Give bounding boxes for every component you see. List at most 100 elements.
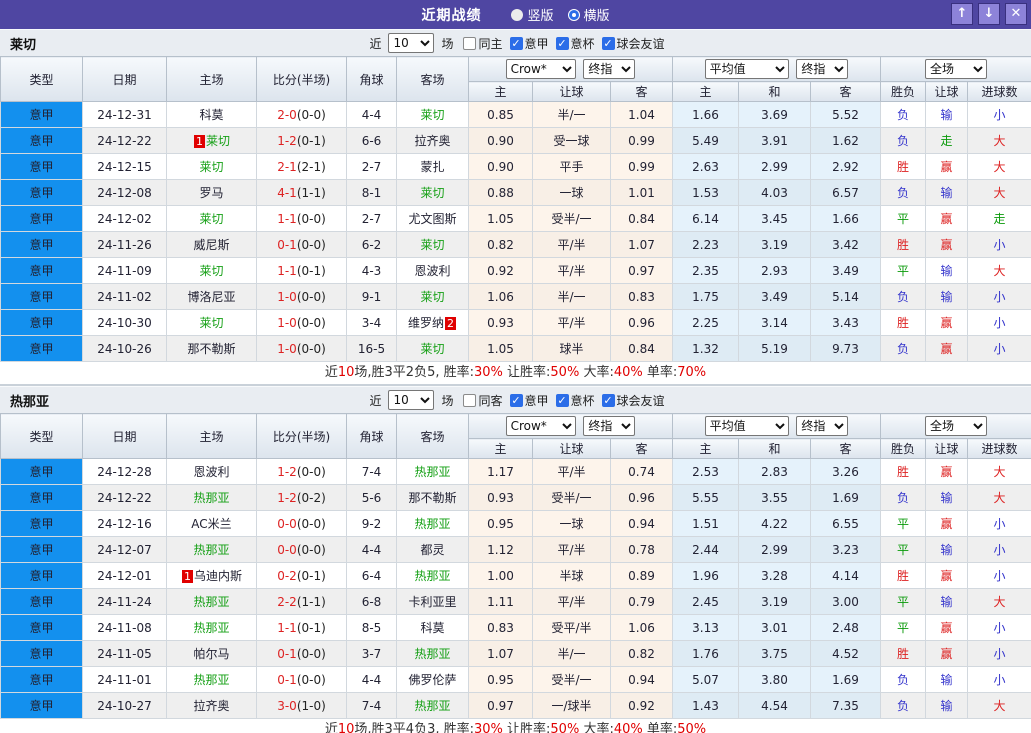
avg-away: 5.14 — [810, 283, 882, 310]
odds-home: 0.93 — [468, 309, 533, 336]
league-cell: 意甲 — [0, 510, 83, 537]
odds-handicap: 平手 — [532, 153, 611, 180]
section-header: 莱切 近 10 场 同主 ✓ 意甲 ✓ 意杯 ✓ 球会友谊 — [0, 29, 1031, 56]
summary-segment: 50% — [550, 365, 580, 380]
layout-radio[interactable]: 竖版 — [511, 5, 554, 24]
match-count-select[interactable]: 10 — [388, 33, 435, 53]
odds-away: 0.82 — [609, 640, 674, 667]
avg-home: 1.75 — [672, 283, 740, 310]
table-body: 意甲 24-12-31 科莫 2-0(0-0) 4-4 莱切 0.85 半/一 … — [0, 101, 1031, 362]
score-full: 1-2 — [277, 464, 297, 479]
team-label: 莱切 — [420, 342, 445, 356]
score-half: (0-0) — [296, 289, 326, 304]
avg-draw: 3.28 — [738, 562, 812, 589]
result-handicap: 输 — [925, 536, 969, 563]
result-outcome: 胜 — [880, 562, 927, 589]
match-row: 意甲 24-11-24 热那亚 2-2(1-1) 6-8 卡利亚里 1.11 平… — [0, 588, 1031, 615]
summary-segment: 30% — [473, 365, 503, 380]
checkbox-icon: ✓ — [555, 393, 569, 407]
summary-segment: 单率: — [642, 722, 678, 733]
home-team-cell: 热那亚 — [166, 484, 257, 511]
team-label: 拉齐奥 — [193, 699, 230, 713]
avg-draw: 3.49 — [738, 283, 812, 310]
scope-select[interactable]: 全场 — [925, 416, 988, 436]
score-full: 0-1 — [277, 237, 297, 252]
same-venue-filter[interactable]: 同客 — [463, 392, 503, 409]
team-label: 科莫 — [420, 621, 445, 635]
league-cell: 意甲 — [0, 536, 83, 563]
scope-select[interactable]: 全场 — [925, 59, 988, 79]
home-team-cell: 莱切 — [166, 205, 257, 232]
league-cell: 意甲 — [0, 205, 83, 232]
odds-time-select[interactable]: 终指 — [583, 416, 636, 436]
summary-segment: 40% — [613, 365, 643, 380]
sub-col-header: 进球数 — [967, 81, 1031, 102]
league-filter[interactable]: ✓ 意杯 — [555, 35, 595, 52]
near-label: 近 — [369, 36, 382, 51]
result-handicap: 输 — [925, 283, 969, 310]
match-row: 意甲 24-11-26 威尼斯 0-1(0-0) 6-2 莱切 0.82 平/半… — [0, 231, 1031, 258]
team-label: 那不勒斯 — [408, 491, 457, 505]
odds-source-select[interactable]: Crow* — [505, 416, 576, 436]
result-goals: 走 — [967, 205, 1031, 232]
league-cell: 意甲 — [0, 692, 83, 719]
league-cell: 意甲 — [0, 458, 83, 485]
close-button[interactable]: ✕ — [1005, 3, 1027, 25]
avg-time-select[interactable]: 终指 — [796, 59, 849, 79]
league-filter[interactable]: ✓ 意甲 — [509, 392, 549, 409]
league-filter[interactable]: ✓ 意杯 — [555, 392, 595, 409]
league-cell: 意甲 — [0, 127, 83, 154]
score-cell: 1-2(0-2) — [256, 484, 347, 511]
date-cell: 24-12-16 — [82, 510, 167, 537]
date-cell: 24-12-15 — [82, 153, 167, 180]
avg-away: 3.43 — [810, 309, 882, 336]
league-cell: 意甲 — [0, 562, 83, 589]
odds-away: 0.79 — [609, 588, 674, 615]
avg-time-select[interactable]: 终指 — [796, 416, 849, 436]
avg-draw: 2.93 — [738, 257, 812, 284]
move-down-button[interactable]: ↓ — [978, 3, 1000, 25]
odds-away: 0.92 — [609, 692, 674, 719]
odds-handicap: 球半 — [532, 335, 611, 362]
rank-badge: 2 — [445, 317, 456, 330]
score-half: (0-0) — [296, 315, 326, 330]
odds-handicap: 平/半 — [532, 588, 611, 615]
league-cell: 意甲 — [0, 153, 83, 180]
odds-away: 0.83 — [609, 283, 674, 310]
league-filter-label: 球会友谊 — [616, 36, 665, 51]
score-half: (0-0) — [296, 107, 326, 122]
league-filter[interactable]: ✓ 球会友谊 — [601, 35, 665, 52]
team-label: 蒙扎 — [420, 160, 445, 174]
league-filter[interactable]: ✓ 球会友谊 — [601, 392, 665, 409]
window-title: 近期战绩 — [421, 7, 482, 24]
sections: 莱切 近 10 场 同主 ✓ 意甲 ✓ 意杯 ✓ 球会友谊 类型 日期 主场 比… — [0, 29, 1031, 733]
odds-handicap: 半/一 — [532, 101, 611, 128]
avg-draw: 3.45 — [738, 205, 812, 232]
score-cell: 0-2(0-1) — [256, 562, 347, 589]
odds-source-select[interactable]: Crow* — [505, 59, 576, 79]
odds-away: 0.94 — [609, 510, 674, 537]
layout-radio[interactable]: 横版 — [567, 5, 610, 24]
home-team-cell: 热那亚 — [166, 536, 257, 563]
corner-cell: 8-1 — [346, 179, 397, 206]
match-count-select[interactable]: 10 — [388, 390, 435, 410]
summary-line: 近10场,胜3平4负3, 胜率:30% 让胜率:50% 大率:40% 单率:50… — [0, 719, 1031, 733]
move-up-button[interactable]: ↑ — [951, 3, 973, 25]
summary-segment: 40% — [613, 722, 643, 733]
team-label: 恩波利 — [193, 465, 230, 479]
match-row: 意甲 24-12-02 莱切 1-1(0-0) 2-7 尤文图斯 1.05 受半… — [0, 205, 1031, 232]
avg-source-select[interactable]: 平均值 — [704, 416, 789, 436]
away-team-cell: 科莫 — [396, 614, 469, 641]
league-filter[interactable]: ✓ 意甲 — [509, 35, 549, 52]
home-team-cell: 威尼斯 — [166, 231, 257, 258]
same-venue-filter[interactable]: 同主 — [463, 35, 503, 52]
odds-handicap: 受半/一 — [532, 205, 611, 232]
corner-cell: 7-4 — [346, 692, 397, 719]
odds-time-select[interactable]: 终指 — [583, 59, 636, 79]
odds-away: 0.74 — [609, 458, 674, 485]
avg-away: 3.49 — [810, 257, 882, 284]
avg-source-select[interactable]: 平均值 — [704, 59, 789, 79]
team-label: 热那亚 — [414, 517, 451, 531]
score-half: (1-1) — [296, 185, 326, 200]
match-row: 意甲 24-12-01 1 乌迪内斯 0-2(0-1) 6-4 热那亚 1.00 … — [0, 562, 1031, 589]
